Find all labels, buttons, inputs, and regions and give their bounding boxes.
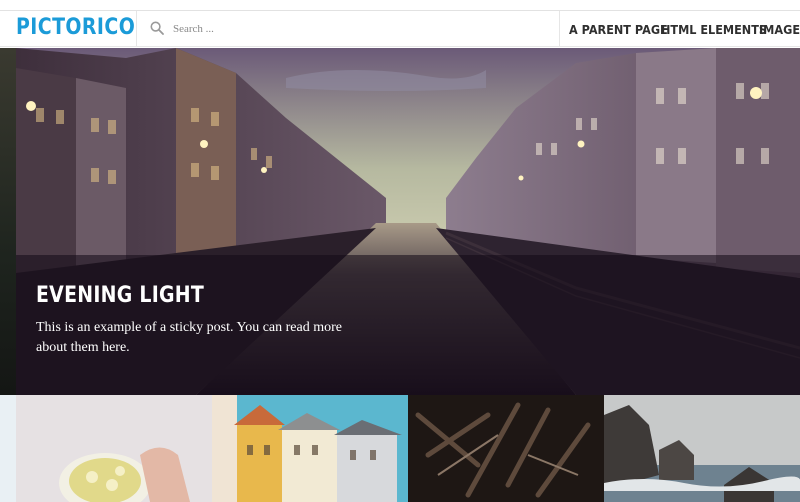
tools-image (408, 395, 604, 502)
nav-item-a-parent-page[interactable]: A PARENT PAGE (569, 22, 668, 37)
top-edge (0, 0, 800, 11)
search-icon[interactable] (150, 21, 164, 35)
nav-item-html-elements[interactable]: HTML ELEMENTS (661, 22, 767, 37)
featured-post[interactable]: EVENING LIGHT This is an example of a st… (16, 48, 800, 395)
post-excerpt: This is an example of a sticky post. You… (36, 320, 342, 355)
post-thumbnail[interactable] (408, 395, 604, 502)
hero-left-edge (0, 48, 16, 395)
sea-rocks-image (604, 395, 800, 502)
main-nav: A PARENT PAGE HTML ELEMENTS IMAGES (569, 11, 800, 47)
post-thumbnail[interactable] (212, 395, 408, 502)
search-bar (136, 11, 560, 47)
tea-cup-image (0, 395, 212, 502)
post-title[interactable]: EVENING LIGHT (36, 283, 204, 308)
site-header: PICTORICO A PARENT PAGE HTML ELEMENTS IM… (0, 11, 800, 47)
houses-image (212, 395, 408, 502)
nav-item-images[interactable]: IMAGES (759, 22, 800, 37)
search-input[interactable] (173, 17, 553, 41)
post-grid (0, 395, 800, 502)
post-thumbnail[interactable] (604, 395, 800, 502)
site-logo[interactable]: PICTORICO (16, 15, 135, 40)
post-thumbnail[interactable] (0, 395, 212, 502)
